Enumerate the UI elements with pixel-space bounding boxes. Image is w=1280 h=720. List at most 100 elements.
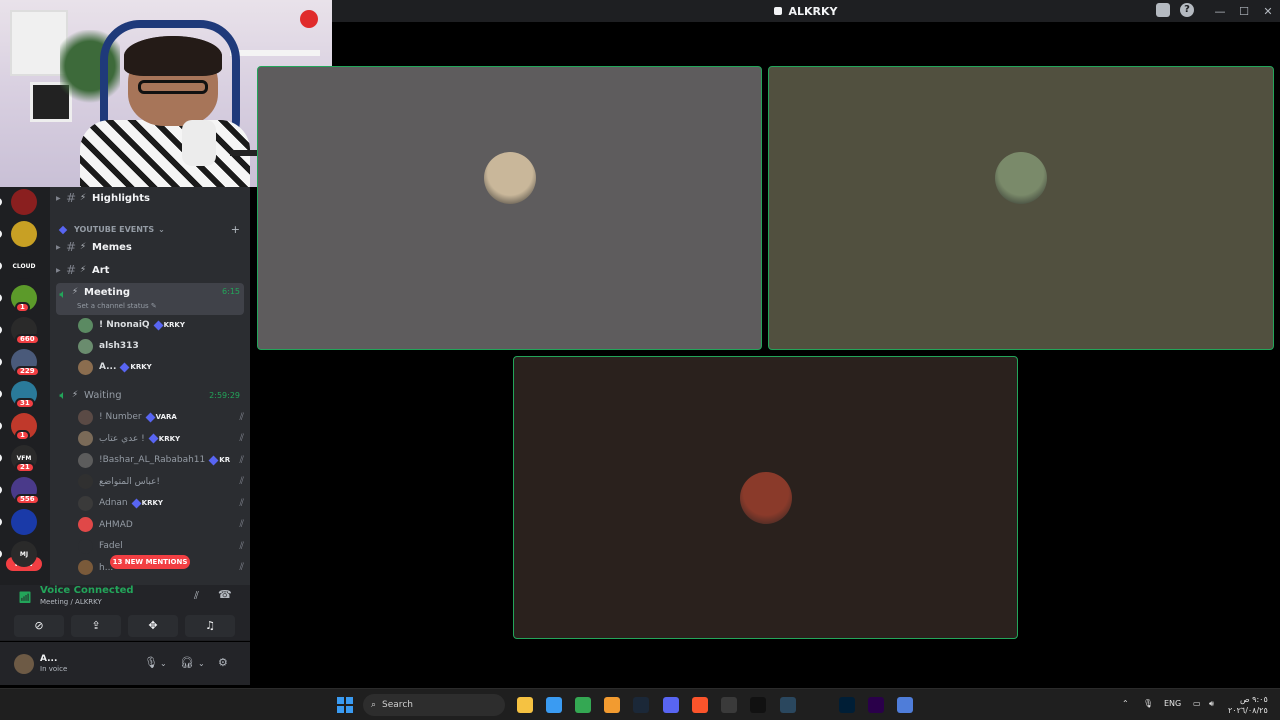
microphone	[182, 120, 216, 166]
voice-member[interactable]: ! Number VARA ⫽	[78, 407, 244, 427]
hash-icon: #	[65, 263, 77, 277]
voice-member[interactable]: Adnan KRKY ⫽	[78, 493, 244, 513]
volume-icon[interactable]: 🔊︎	[1209, 699, 1214, 709]
minimize-button[interactable]: —	[1208, 5, 1232, 18]
category-youtube-events[interactable]: YOUTUBE EVENTS ⌄ +	[58, 223, 240, 236]
server-tag: KRKY	[148, 433, 180, 444]
voice-member[interactable]: A... KRKY	[78, 357, 244, 377]
help-icon[interactable]: ?	[1180, 3, 1194, 17]
channel-highlights[interactable]: ▶ # ⚡ Highlights	[56, 188, 244, 208]
start-button[interactable]	[337, 697, 353, 713]
deafened-icon: ⫽	[239, 519, 244, 530]
blue-app-icon[interactable]	[897, 697, 913, 713]
screen-share-icon: ⇪	[91, 619, 101, 632]
capcut-icon[interactable]	[750, 697, 766, 713]
window-title: ALKRKY	[788, 4, 838, 18]
avatar	[78, 560, 93, 575]
tag-icon	[131, 498, 142, 508]
steam-client-icon[interactable]	[780, 697, 796, 713]
chevron-up-icon[interactable]: ⌃	[1122, 699, 1129, 708]
mic-tray-icon[interactable]: 🎙︎	[1143, 699, 1153, 708]
bolt-icon: ⚡	[79, 193, 87, 203]
chrome-icon[interactable]	[575, 697, 591, 713]
server-icon[interactable]	[11, 509, 37, 535]
steam-icon[interactable]	[633, 697, 649, 713]
title-bar: ALKRKY ? — ☐ ✕	[332, 0, 1280, 22]
premiere-icon[interactable]	[868, 697, 884, 713]
server-icon[interactable]	[11, 221, 37, 247]
voice-location[interactable]: Meeting / ALKRKY	[40, 598, 102, 606]
voice-channel-meeting[interactable]: 🔈︎ ⚡ Meeting 6:15	[56, 283, 244, 315]
headphones-icon[interactable]: 🎧︎	[180, 656, 194, 669]
soundboard-button[interactable]: ♫	[185, 615, 235, 637]
avatar	[78, 338, 93, 354]
disconnect-icon[interactable]: ☎︎	[218, 588, 232, 601]
clock[interactable]: ٩:٠٥ ص ٢٠٢٦/٠٨/٢٥	[1228, 694, 1268, 716]
server-icon[interactable]: CLOUD	[11, 253, 37, 279]
voice-member[interactable]: عدي عتاب ! KRKY ⫽	[78, 429, 244, 449]
channel-art[interactable]: ▶ # ⚡ Art	[56, 260, 244, 280]
avatar[interactable]	[14, 654, 34, 674]
microphone-icon[interactable]: 🎙︎	[144, 656, 158, 669]
participant-avatar	[739, 471, 792, 524]
channel-status-hint[interactable]: Set a channel status ✎	[77, 302, 157, 310]
tag-label: KRKY	[130, 363, 152, 371]
chevron-down-icon[interactable]: ⌄	[198, 659, 205, 668]
maximize-button[interactable]: ☐	[1232, 5, 1256, 18]
photoshop-icon[interactable]	[839, 697, 855, 713]
camera-button[interactable]: ⊘	[14, 615, 64, 637]
language-indicator[interactable]: ENG	[1164, 699, 1181, 708]
gear-icon[interactable]: ⚙	[218, 656, 228, 669]
tag-icon	[153, 320, 164, 330]
tag-icon	[145, 412, 156, 422]
voice-member[interactable]: AHMAD ⫽	[78, 515, 244, 535]
chevron-down-icon[interactable]: ⌄	[160, 659, 167, 668]
channel-name: Art	[92, 264, 110, 276]
voice-member[interactable]: عباس المتواضع! ⫽	[78, 472, 244, 492]
video-tile[interactable]	[513, 356, 1018, 639]
mention-badge: 21	[15, 462, 35, 473]
store-icon[interactable]	[546, 697, 562, 713]
noise-suppression-icon[interactable]: ⫽	[194, 589, 199, 603]
voice-status-panel: 📶︎ Voice Connected Meeting / ALKRKY ⫽ ☎︎…	[0, 585, 250, 641]
member-name: عدي عتاب !	[99, 433, 145, 444]
channel-memes[interactable]: ▶ # ⚡ Memes	[56, 237, 244, 257]
obs-icon[interactable]	[721, 697, 737, 713]
user-name[interactable]: A...	[40, 654, 57, 664]
activities-button[interactable]: ✥	[128, 615, 178, 637]
signal-icon[interactable]: 📶︎	[18, 591, 32, 604]
new-mentions-pill[interactable]: 13 NEW MENTIONS	[110, 555, 190, 569]
mention-badge: 1	[15, 430, 30, 441]
deafened-icon: ⫽	[239, 562, 244, 573]
unread-indicator	[0, 390, 2, 398]
unread-indicator	[0, 422, 2, 430]
server-tag: KRKY	[131, 498, 163, 508]
add-channel-icon[interactable]: +	[231, 223, 240, 236]
screen-share-button[interactable]: ⇪	[71, 615, 121, 637]
voice-member[interactable]: Fadel ⫽	[78, 536, 244, 556]
speaker-icon: 🔈︎	[59, 387, 67, 402]
close-button[interactable]: ✕	[1256, 5, 1280, 18]
deafened-icon: ⫽	[239, 433, 244, 444]
inbox-icon[interactable]	[1156, 3, 1170, 17]
search-box[interactable]: ⌕ Search	[363, 694, 505, 716]
voice-channel-waiting[interactable]: 🔈︎ ⚡ Waiting 2:59:29	[56, 385, 244, 405]
deafened-icon: ⫽	[239, 540, 244, 552]
brave-icon[interactable]	[692, 697, 708, 713]
channel-timer: 6:15	[222, 287, 240, 296]
steelseries-icon[interactable]	[604, 697, 620, 713]
voice-member[interactable]: !Bashar_AL_Rababah11 KR ⫽	[78, 450, 244, 470]
network-icon[interactable]: ▭	[1193, 699, 1201, 708]
voice-member[interactable]: ! NnonaiQ KRKY	[78, 315, 244, 335]
video-tile[interactable]	[257, 66, 762, 350]
file-explorer-icon[interactable]	[517, 697, 533, 713]
discord-icon[interactable]	[663, 697, 679, 713]
server-icon[interactable]	[11, 189, 37, 215]
server-icon[interactable]: MJ	[11, 541, 37, 567]
avatar	[78, 359, 93, 375]
voice-connected-label[interactable]: Voice Connected	[40, 585, 134, 596]
voice-member[interactable]: alsh313	[78, 336, 244, 356]
unread-indicator	[0, 326, 2, 334]
avatar	[78, 538, 93, 554]
video-tile[interactable]	[768, 66, 1274, 350]
